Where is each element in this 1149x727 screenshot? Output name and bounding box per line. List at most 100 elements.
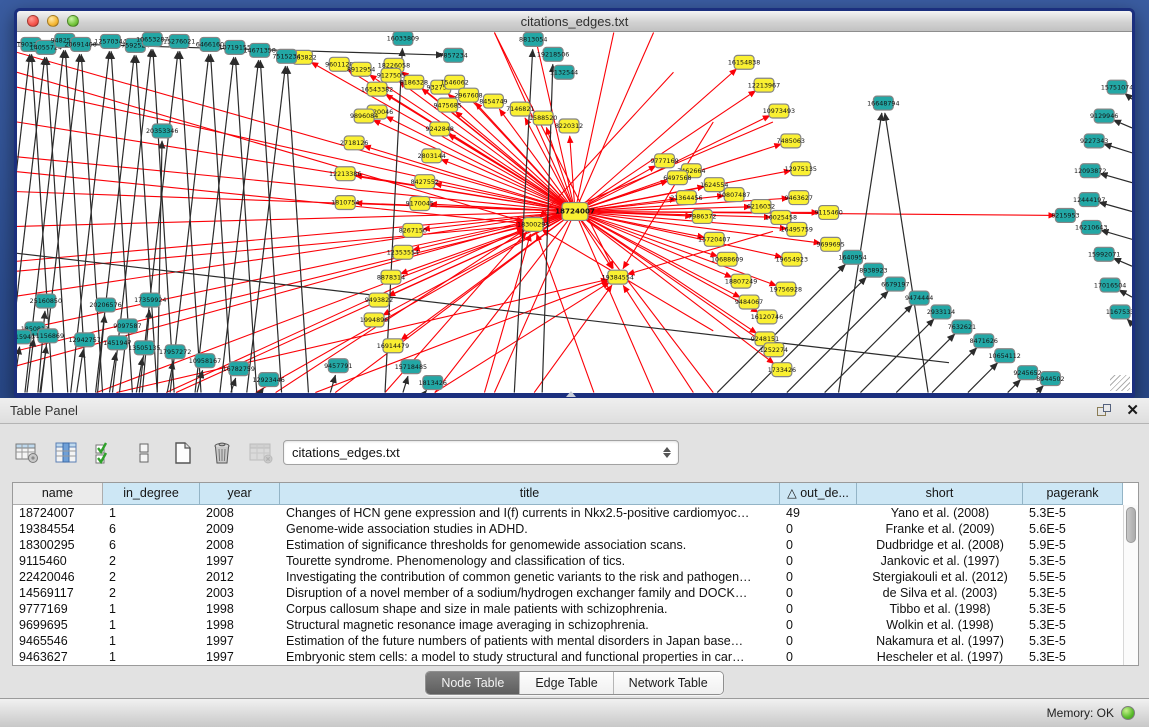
table-cell[interactable]: Corpus callosum shape and size in male p… [280,601,780,617]
network-node[interactable]: 19756928 [770,282,802,296]
network-node[interactable]: 6216032 [747,200,775,214]
column-header-out_de[interactable]: △ out_de... [780,483,857,505]
column-header-name[interactable]: name [13,483,103,505]
network-node[interactable]: 9129946 [1090,109,1118,123]
table-cell[interactable]: 5.3E-5 [1023,633,1123,649]
table-cell[interactable]: 0 [780,537,857,553]
network-node[interactable]: 7632621 [948,320,976,334]
network-node[interactable]: 7986372 [688,210,716,224]
network-node[interactable]: 10973493 [763,104,795,118]
network-node[interactable]: 9097587 [113,319,141,333]
table-cell[interactable]: Changes of HCN gene expression and I(f) … [280,505,780,521]
table-cell[interactable]: 9463627 [13,649,103,665]
checkbox-list-icon[interactable] [131,440,157,466]
table-cell[interactable]: 9115460 [13,553,103,569]
table-cell[interactable]: Hescheler et al. (1997) [857,649,1023,665]
table-row[interactable]: 969969511998Structural magnetic resonanc… [13,617,1138,633]
zoom-light-icon[interactable] [67,15,79,27]
column-header-pagerank[interactable]: pagerank [1023,483,1123,505]
network-node[interactable]: 8215953 [1051,209,1079,223]
table-cell[interactable]: 1 [103,649,200,665]
table-cell[interactable]: 6 [103,537,200,553]
network-node[interactable]: 16210643 [1075,220,1107,234]
network-node[interactable]: 12975135 [785,162,817,176]
network-node[interactable]: 9227343 [1080,134,1108,148]
table-cell[interactable]: Embryonic stem cells: a model to study s… [280,649,780,665]
network-node[interactable]: 9484067 [735,295,763,309]
network-node[interactable]: 8813054 [519,32,547,46]
table-cell[interactable]: 1 [103,505,200,521]
network-node[interactable]: 16648794 [867,96,899,110]
table-cell[interactable]: 5.3E-5 [1023,649,1123,665]
table-cell[interactable]: 2012 [200,569,280,585]
table-cell[interactable]: Estimation of significance thresholds fo… [280,537,780,553]
table-cell[interactable]: Tibbo et al. (1998) [857,601,1023,617]
table-cell[interactable]: 1 [103,633,200,649]
network-node[interactable]: 7515234 [272,49,300,63]
table-cell[interactable]: 0 [780,553,857,569]
table-cell[interactable]: 1997 [200,553,280,569]
network-node[interactable]: 8912954 [347,62,375,76]
network-node[interactable]: 2933114 [927,305,955,319]
table-row[interactable]: 946554611997Estimation of the future num… [13,633,1138,649]
table-cell[interactable]: Jankovic et al. (1997) [857,553,1023,569]
network-node[interactable]: 16154838 [728,55,760,69]
network-node[interactable]: 12213386 [329,167,361,181]
table-cell[interactable]: 9465546 [13,633,103,649]
network-node[interactable]: 20353346 [146,124,178,138]
table-cell[interactable]: 0 [780,649,857,665]
network-node[interactable]: 6679197 [881,277,909,291]
network-node[interactable]: 10688609 [711,252,743,266]
network-node[interactable]: 15751074 [1101,80,1132,94]
table-cell[interactable]: 5.5E-5 [1023,569,1123,585]
tab-edge-table[interactable]: Edge Table [520,672,613,694]
table-row[interactable]: 977716911998Corpus callosum shape and si… [13,601,1138,617]
network-node[interactable]: 1588520 [529,111,557,125]
table-cell[interactable]: 0 [780,585,857,601]
table-cell[interactable]: 2 [103,585,200,601]
network-node[interactable]: 9457791 [324,359,352,373]
window-titlebar[interactable]: citations_edges.txt [17,11,1132,32]
column-header-title[interactable]: title [280,483,780,505]
network-node[interactable]: 2718126 [340,136,368,150]
table-row[interactable]: 1872400712008Changes of HCN gene express… [13,505,1138,521]
table-column-icon[interactable] [53,440,79,466]
column-header-in_degree[interactable]: in_degree [103,483,200,505]
network-node[interactable]: 9699695 [816,237,844,251]
network-node[interactable]: 8454749 [479,94,507,108]
table-cell[interactable]: 5.9E-5 [1023,537,1123,553]
table-cell[interactable]: 1 [103,601,200,617]
network-node[interactable]: 10654112 [988,349,1020,363]
table-cell[interactable]: 2008 [200,505,280,521]
table-scrollbar-thumb[interactable] [1126,507,1136,543]
network-node[interactable]: 8944502 [1036,372,1064,386]
table-cell[interactable]: 5.3E-5 [1023,585,1123,601]
network-node[interactable]: 9896084 [350,109,378,123]
table-row[interactable]: 1456911722003Disruption of a novel membe… [13,585,1138,601]
table-cell[interactable]: 1998 [200,601,280,617]
table-cell[interactable]: 0 [780,521,857,537]
network-node[interactable]: 8938923 [859,263,887,277]
network-node[interactable]: 9115460 [814,206,842,220]
table-row[interactable]: 911546021997Tourette syndrome. Phenomeno… [13,553,1138,569]
network-node[interactable]: 9777169 [650,154,678,168]
table-cell[interactable]: Estimation of the future numbers of pati… [280,633,780,649]
network-node[interactable]: 8220312 [555,119,583,133]
table-cell[interactable]: 2009 [200,521,280,537]
network-node[interactable]: 12093872 [1074,164,1106,178]
close-light-icon[interactable] [27,15,39,27]
network-node[interactable]: 16543382 [361,82,393,96]
window-resize-grip[interactable] [1110,375,1130,391]
network-node[interactable]: 1813426 [419,376,447,390]
network-node[interactable]: 1546062 [440,75,468,89]
table-cell[interactable]: 9699695 [13,617,103,633]
table-cell[interactable]: Yano et al. (2008) [857,505,1023,521]
new-file-icon[interactable] [170,440,196,466]
network-node[interactable]: 1640954 [838,250,866,264]
network-node[interactable]: 16120746 [751,310,783,324]
table-cell[interactable]: 14569117 [13,585,103,601]
network-node[interactable]: 2803144 [418,149,446,163]
network-node[interactable]: 1810754 [331,196,359,210]
table-cell[interactable]: 0 [780,633,857,649]
splitter-handle-icon[interactable] [566,391,576,397]
